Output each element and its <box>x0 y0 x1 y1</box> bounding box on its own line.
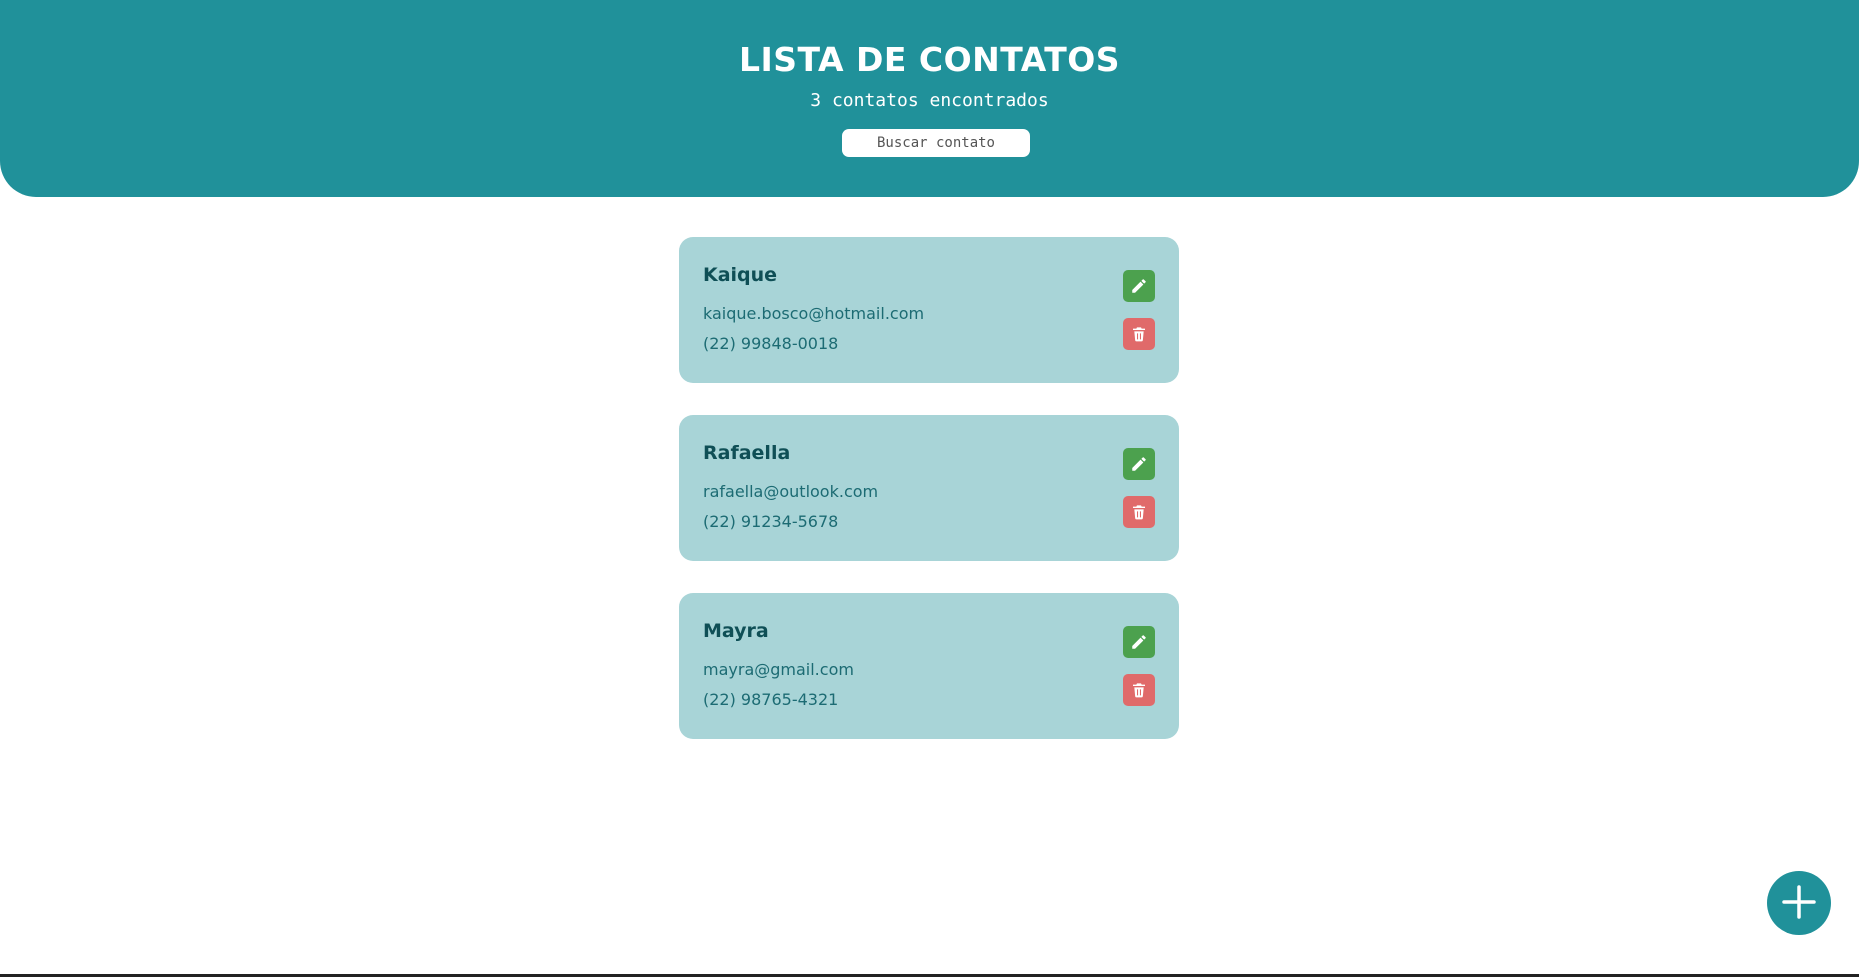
contact-email: kaique.bosco@hotmail.com <box>703 304 925 323</box>
contact-name: Kaique <box>703 264 778 286</box>
plus-icon <box>1779 882 1819 925</box>
contact-card: Rafaella rafaella@outlook.com (22) 91234… <box>679 415 1179 561</box>
contact-email: rafaella@outlook.com <box>703 482 879 501</box>
trash-icon <box>1131 503 1147 521</box>
contact-card: Kaique kaique.bosco@hotmail.com (22) 998… <box>679 237 1179 383</box>
pencil-icon <box>1130 277 1148 295</box>
contact-card: Mayra mayra@gmail.com (22) 98765-4321 <box>679 593 1179 739</box>
pencil-icon <box>1130 455 1148 473</box>
edit-contact-button[interactable] <box>1123 626 1155 658</box>
contact-phone: (22) 91234-5678 <box>703 512 839 531</box>
page-header: LISTA DE CONTATOS 3 contatos encontrados <box>0 0 1859 197</box>
contact-email: mayra@gmail.com <box>703 660 854 679</box>
trash-icon <box>1131 325 1147 343</box>
contact-name: Mayra <box>703 620 769 642</box>
trash-icon <box>1131 681 1147 699</box>
pencil-icon <box>1130 633 1148 651</box>
delete-contact-button[interactable] <box>1123 674 1155 706</box>
contact-phone: (22) 98765-4321 <box>703 690 839 709</box>
delete-contact-button[interactable] <box>1123 496 1155 528</box>
search-input[interactable] <box>842 129 1030 157</box>
edit-contact-button[interactable] <box>1123 448 1155 480</box>
contact-count: 3 contatos encontrados <box>810 90 1049 111</box>
contact-name: Rafaella <box>703 442 791 464</box>
contact-list: Kaique kaique.bosco@hotmail.com (22) 998… <box>679 237 1179 771</box>
delete-contact-button[interactable] <box>1123 318 1155 350</box>
contact-phone: (22) 99848-0018 <box>703 334 839 353</box>
add-contact-button[interactable] <box>1767 871 1831 935</box>
page-title: LISTA DE CONTATOS <box>738 40 1121 79</box>
edit-contact-button[interactable] <box>1123 270 1155 302</box>
